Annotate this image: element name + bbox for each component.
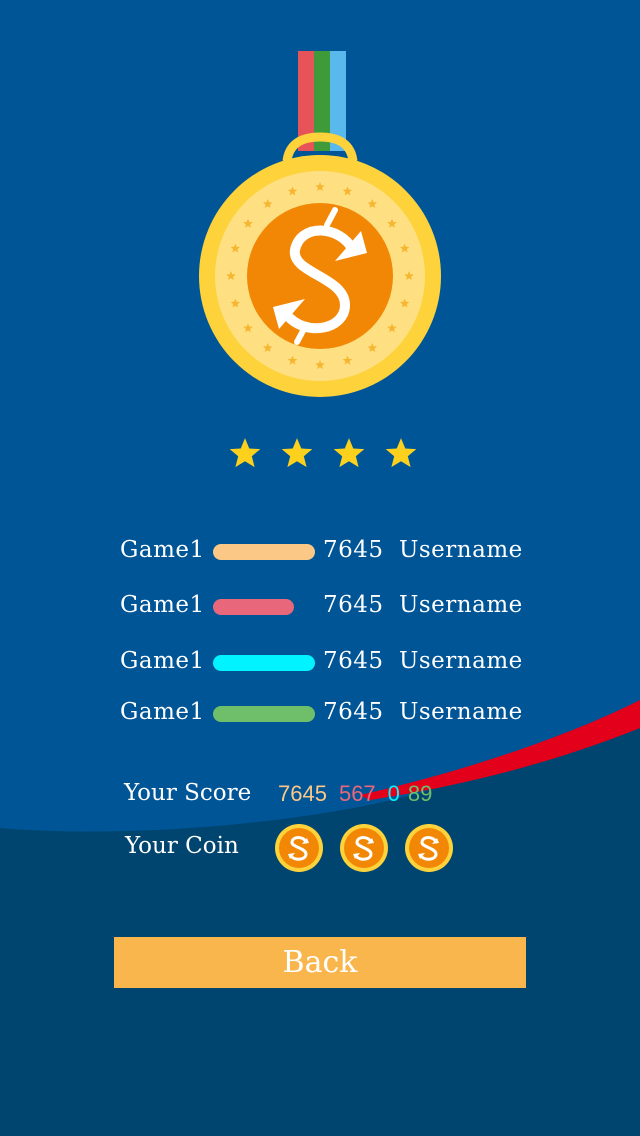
score-value: 7645	[323, 592, 384, 618]
game-name: Game1	[120, 592, 205, 618]
coin-icon	[340, 824, 388, 872]
username: Username	[399, 699, 523, 725]
leaderboard-row: Game1 7645 Username	[120, 646, 540, 680]
score-value: 567	[338, 781, 376, 806]
coin-icon	[405, 824, 453, 872]
coin-list	[274, 823, 454, 875]
game-name: Game1	[120, 537, 205, 563]
rating-stars	[228, 436, 418, 472]
score-value: 7645	[323, 537, 384, 563]
your-coin-label: Your Coin	[125, 833, 239, 859]
score-value: 0	[387, 781, 400, 806]
score-bar	[213, 706, 315, 722]
score-value: 89	[407, 781, 433, 806]
leaderboard-row: Game1 7645 Username	[120, 697, 540, 731]
your-score-values: 7645 567 0 89	[278, 781, 444, 807]
leaderboard-row: Game1 7645 Username	[120, 590, 540, 624]
star-icon	[229, 438, 261, 468]
username: Username	[399, 648, 523, 674]
star-icon	[281, 438, 313, 468]
your-score-label: Your Score	[124, 780, 252, 806]
medal-icon	[199, 51, 441, 397]
back-button[interactable]: Back	[114, 937, 526, 988]
score-value: 7645	[323, 699, 384, 725]
score-bar	[213, 544, 315, 560]
score-value: 7645	[278, 781, 327, 806]
coin-icon	[275, 824, 323, 872]
username: Username	[399, 592, 523, 618]
star-icon	[385, 438, 417, 468]
username: Username	[399, 537, 523, 563]
score-bar	[213, 599, 294, 615]
score-value: 7645	[323, 648, 384, 674]
score-bar	[213, 655, 315, 671]
game-name: Game1	[120, 648, 205, 674]
leaderboard-row: Game1 7645 Username	[120, 535, 540, 569]
star-icon	[333, 438, 365, 468]
game-name: Game1	[120, 699, 205, 725]
